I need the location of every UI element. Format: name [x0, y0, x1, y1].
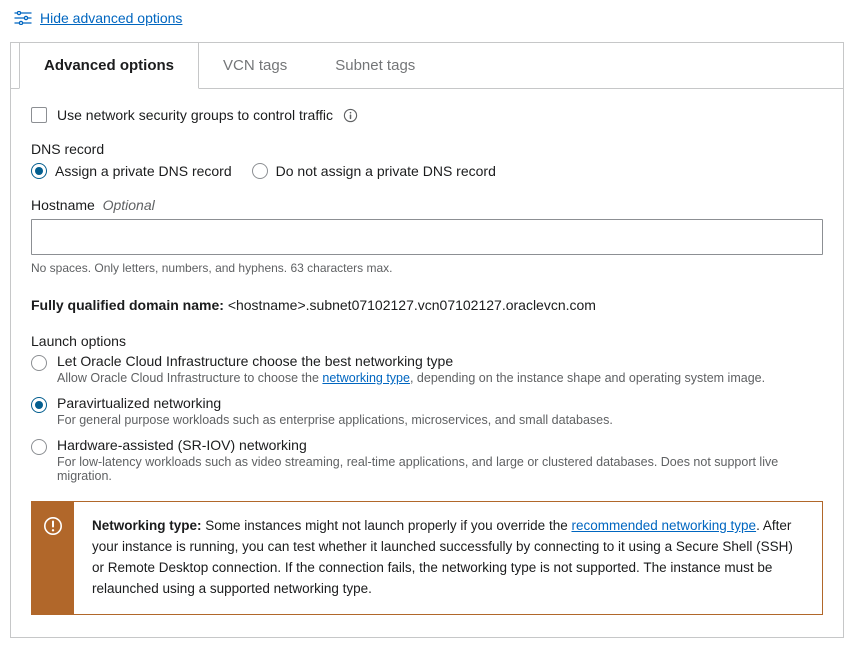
warning-body: Networking type: Some instances might no…: [74, 502, 822, 614]
radio-assign-dns[interactable]: Assign a private DNS record: [31, 163, 232, 179]
radio-icon: [31, 163, 47, 179]
radio-no-assign-dns-label: Do not assign a private DNS record: [276, 163, 496, 179]
opt-desc: For general purpose workloads such as en…: [57, 413, 613, 427]
opt-desc: Allow Oracle Cloud Infrastructure to cho…: [57, 371, 765, 385]
opt-title: Let Oracle Cloud Infrastructure choose t…: [57, 353, 765, 369]
tab-content-advanced: Use network security groups to control t…: [11, 89, 843, 637]
fqdn-label: Fully qualified domain name:: [31, 297, 224, 313]
advanced-options-panel: Advanced options VCN tags Subnet tags Us…: [10, 42, 844, 638]
hide-advanced-options-toggle[interactable]: Hide advanced options: [14, 10, 844, 26]
networking-type-warning: Networking type: Some instances might no…: [31, 501, 823, 615]
hostname-label-text: Hostname: [31, 197, 95, 213]
warning-label: Networking type:: [92, 518, 202, 533]
radio-let-oci-choose[interactable]: Let Oracle Cloud Infrastructure choose t…: [31, 353, 823, 385]
opt-desc: For low-latency workloads such as video …: [57, 455, 823, 483]
text: Some instances might not launch properly…: [202, 518, 572, 533]
tab-subnet-tags[interactable]: Subnet tags: [311, 43, 439, 88]
opt-title: Paravirtualized networking: [57, 395, 613, 411]
radio-icon: [252, 163, 268, 179]
nsg-checkbox[interactable]: [31, 107, 47, 123]
warning-bar: [32, 502, 74, 614]
fqdn-value: <hostname>.subnet07102127.vcn07102127.or…: [228, 297, 596, 313]
radio-icon: [31, 397, 47, 413]
hostname-input[interactable]: [31, 219, 823, 255]
sliders-icon: [14, 11, 32, 25]
launch-options-label: Launch options: [31, 333, 823, 349]
radio-sriov[interactable]: Hardware-assisted (SR-IOV) networking Fo…: [31, 437, 823, 483]
hostname-hint: No spaces. Only letters, numbers, and hy…: [31, 261, 823, 275]
tab-advanced-options[interactable]: Advanced options: [19, 42, 199, 89]
nsg-checkbox-label: Use network security groups to control t…: [57, 107, 333, 123]
fqdn-row: Fully qualified domain name: <hostname>.…: [31, 297, 823, 313]
networking-type-link[interactable]: networking type: [322, 371, 410, 385]
warning-icon: [43, 516, 63, 536]
radio-no-assign-dns[interactable]: Do not assign a private DNS record: [252, 163, 496, 179]
hostname-optional-text: Optional: [103, 197, 155, 213]
radio-icon: [31, 439, 47, 455]
radio-assign-dns-label: Assign a private DNS record: [55, 163, 232, 179]
text: Allow Oracle Cloud Infrastructure to cho…: [57, 371, 322, 385]
text: , depending on the instance shape and op…: [410, 371, 765, 385]
opt-title: Hardware-assisted (SR-IOV) networking: [57, 437, 823, 453]
radio-paravirtualized[interactable]: Paravirtualized networking For general p…: [31, 395, 823, 427]
info-icon[interactable]: [343, 108, 358, 123]
dns-record-radio-group: Assign a private DNS record Do not assig…: [31, 163, 823, 179]
hide-advanced-options-link[interactable]: Hide advanced options: [40, 10, 182, 26]
radio-icon: [31, 355, 47, 371]
tabs-bar: Advanced options VCN tags Subnet tags: [11, 43, 843, 89]
recommended-networking-type-link[interactable]: recommended networking type: [571, 518, 756, 533]
tab-vcn-tags[interactable]: VCN tags: [199, 43, 311, 88]
hostname-label: Hostname Optional: [31, 197, 823, 213]
dns-record-label: DNS record: [31, 141, 823, 157]
